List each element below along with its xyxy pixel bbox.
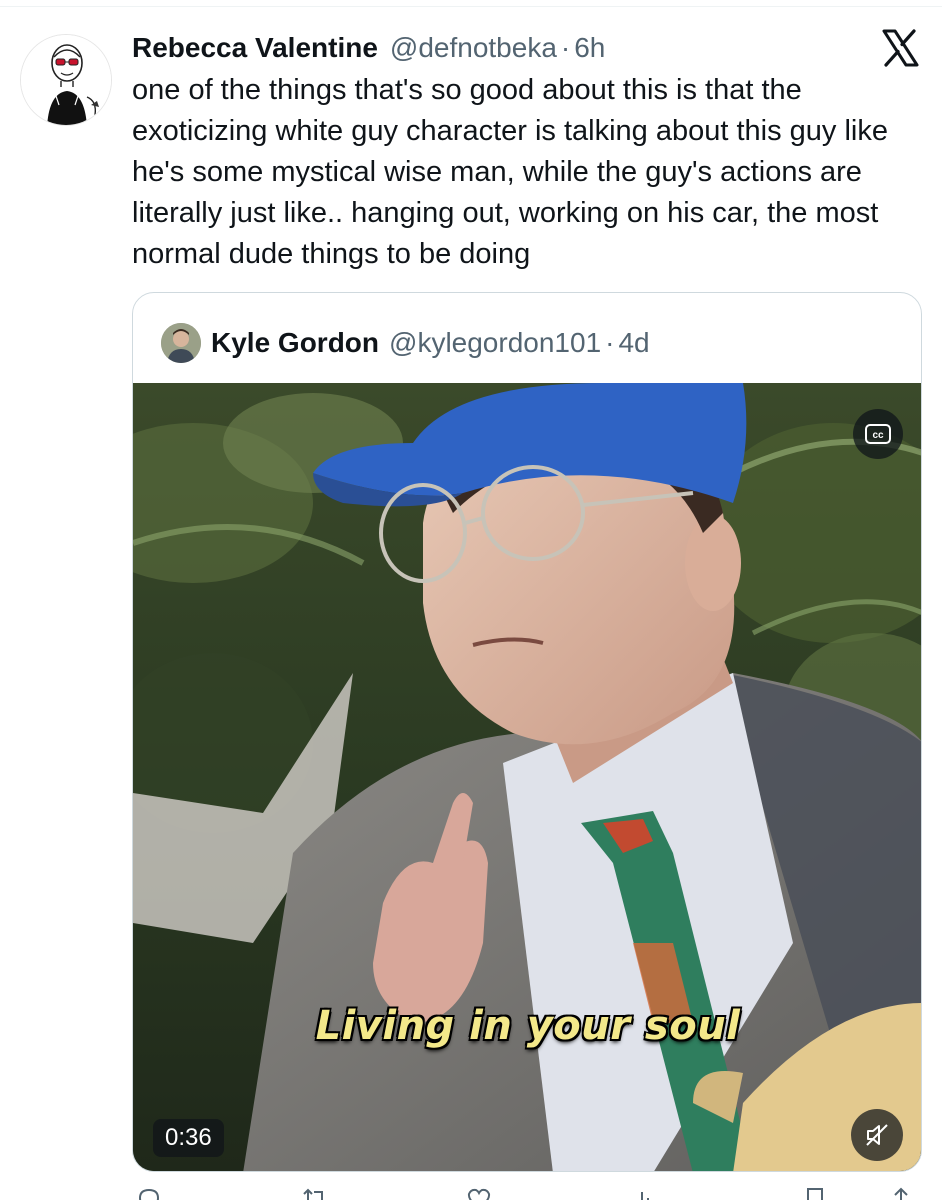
tweet-action-bar bbox=[132, 1186, 922, 1200]
reply-icon[interactable] bbox=[136, 1186, 162, 1200]
x-logo-icon[interactable] bbox=[880, 28, 920, 68]
quoted-tweet-header: Kyle Gordon @kylegordon101 · 4d bbox=[211, 323, 650, 363]
video-duration: 0:36 bbox=[153, 1119, 224, 1157]
top-divider bbox=[0, 6, 942, 7]
views-icon[interactable] bbox=[632, 1186, 658, 1200]
svg-text:cc: cc bbox=[872, 430, 884, 441]
author-avatar[interactable] bbox=[20, 34, 112, 126]
quoted-tweet-card[interactable]: Kyle Gordon @kylegordon101 · 4d cc Livin… bbox=[132, 292, 922, 1172]
quoted-author-avatar[interactable] bbox=[161, 323, 201, 363]
tweet-text: one of the things that's so good about t… bbox=[132, 74, 888, 270]
quoted-tweet-timestamp[interactable]: 4d bbox=[618, 327, 649, 359]
quoted-author-name[interactable]: Kyle Gordon bbox=[211, 327, 379, 359]
video-frame bbox=[133, 383, 921, 1171]
video-player[interactable]: cc Living in your soul 0:36 bbox=[133, 383, 921, 1171]
repost-icon[interactable] bbox=[302, 1186, 328, 1200]
tweet-header: Rebecca Valentine @defnotbeka · 6h bbox=[132, 28, 605, 68]
bookmark-icon[interactable] bbox=[802, 1186, 828, 1200]
closed-captions-icon[interactable]: cc bbox=[853, 409, 903, 459]
author-handle[interactable]: @defnotbeka bbox=[390, 32, 557, 64]
heart-icon[interactable] bbox=[466, 1186, 492, 1200]
header-separator: · bbox=[560, 32, 571, 63]
share-icon[interactable] bbox=[888, 1186, 914, 1200]
muted-speaker-icon[interactable] bbox=[851, 1109, 903, 1161]
quoted-author-handle[interactable]: @kylegordon101 bbox=[389, 327, 601, 359]
avatar-drawing bbox=[21, 35, 111, 125]
author-name[interactable]: Rebecca Valentine bbox=[132, 32, 378, 64]
quoted-header-separator: · bbox=[605, 327, 615, 358]
tweet-timestamp[interactable]: 6h bbox=[574, 32, 605, 64]
video-subtitle: Living in your soul bbox=[315, 1003, 741, 1049]
tweet-detail-screen: Rebecca Valentine @defnotbeka · 6h one o… bbox=[0, 0, 942, 1200]
